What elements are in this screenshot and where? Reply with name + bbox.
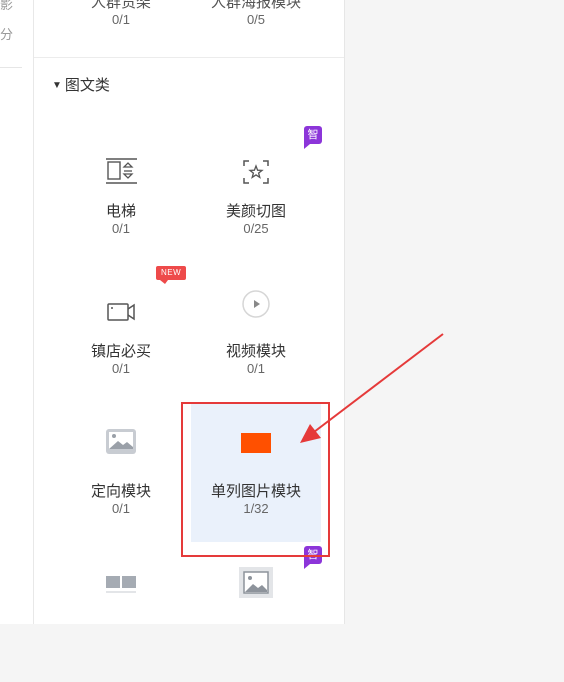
caret-down-icon: ▼ [52, 80, 62, 91]
module-item-smart-image[interactable]: 智 [191, 542, 322, 682]
module-item-double-column-image[interactable] [56, 542, 186, 682]
module-item-targeted[interactable]: 定向模块 0/1 [56, 402, 186, 542]
module-name: 单列图片模块 [210, 483, 301, 500]
single-image-block-icon [241, 433, 271, 453]
module-count: 1/32 [243, 501, 269, 516]
module-count: 0/1 [111, 12, 131, 27]
module-item-video[interactable]: 视频模块 0/1 [191, 262, 321, 402]
section-title: 图文类 [64, 77, 110, 94]
module-count: 0/25 [243, 221, 269, 236]
module-count: 0/1 [111, 501, 131, 516]
module-name: 人群货架 [90, 0, 151, 11]
image-icon [106, 429, 136, 454]
play-circle-icon [242, 290, 270, 318]
smart-badge: 智 [304, 126, 322, 149]
module-item-elevator[interactable]: 电梯 0/1 [56, 122, 186, 262]
beauty-crop-icon [243, 160, 269, 184]
module-count: 0/1 [111, 221, 131, 236]
left-strip-glyph-bottom: 分 [0, 27, 14, 42]
module-name: 镇店必买 [90, 343, 151, 360]
module-item-store-must-buy[interactable]: NEW 镇店必买 0/1 [56, 262, 187, 402]
elevator-icon [106, 158, 137, 184]
module-count: 0/1 [246, 361, 266, 376]
video-camera-icon [107, 303, 135, 321]
module-name: 人群海报模块 [210, 0, 301, 11]
module-name: 定向模块 [90, 483, 151, 500]
module-item-beauty-crop[interactable]: 智 美颜切图 0/25 [191, 122, 322, 262]
module-name: 美颜切图 [225, 203, 286, 220]
module-name: 电梯 [105, 203, 136, 220]
module-name: 视频模块 [225, 343, 286, 360]
module-item-crowd-poster[interactable]: 人群海报模块 0/5 [191, 0, 321, 57]
left-strip-divider [0, 67, 22, 68]
module-count: 0/5 [246, 12, 266, 27]
double-column-image-icon [106, 576, 136, 593]
section-divider [34, 57, 344, 58]
smart-image-icon [239, 567, 273, 598]
module-item-crowd-shelf[interactable]: 人群货架 0/1 [56, 0, 186, 57]
section-header-image-text[interactable]: ▼ 图文类 [52, 74, 110, 95]
left-strip: 影 分 [0, 0, 34, 624]
smart-badge: 智 [304, 546, 322, 569]
new-badge: NEW [156, 266, 187, 284]
module-panel: 人群货架 0/1 人群海报模块 0/5 ▼ 图文类 电梯 0/1 智 美颜切图 0… [34, 0, 345, 624]
module-item-single-column-image[interactable]: 单列图片模块 1/32 [191, 402, 321, 542]
module-count: 0/1 [111, 361, 131, 376]
left-strip-glyph-top: 影 [0, 0, 14, 12]
